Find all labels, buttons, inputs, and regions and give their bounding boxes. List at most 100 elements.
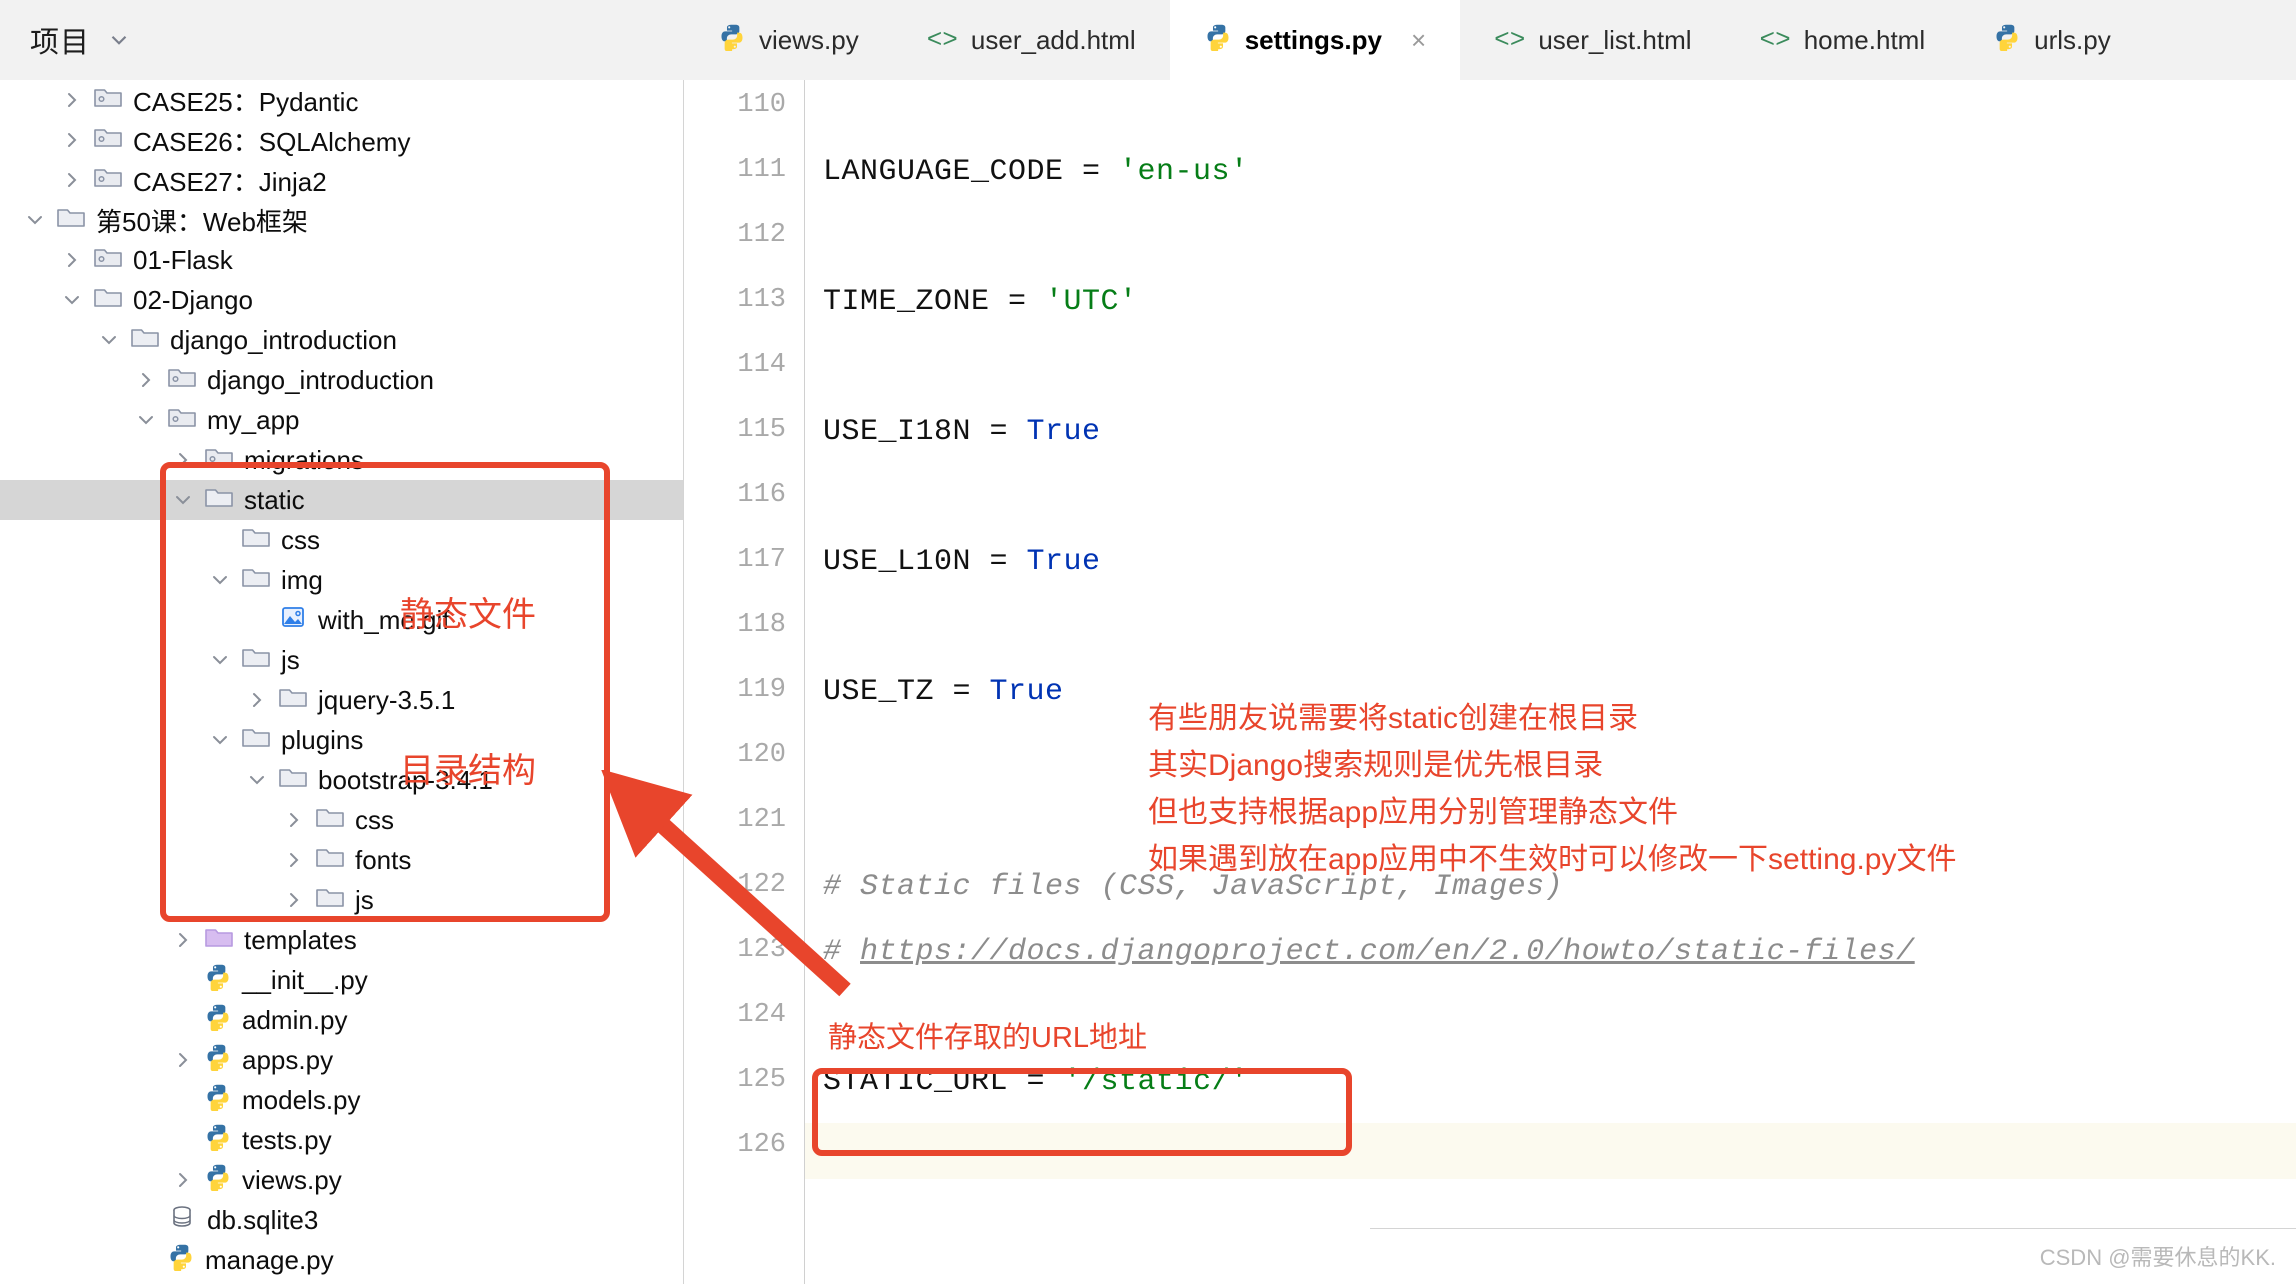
tree-row-label: db.sqlite3 — [207, 1204, 319, 1235]
tree-row[interactable]: django_introduction — [0, 320, 683, 360]
chevron-right-icon[interactable] — [59, 167, 85, 193]
templates-folder-icon — [204, 924, 234, 957]
chevron-right-icon[interactable] — [170, 1167, 196, 1193]
static-url-annotation: 静态文件存取的URL地址 — [828, 1022, 1148, 1054]
tab-views-py[interactable]: views.py — [684, 0, 893, 80]
code-token-keyword: True — [1026, 415, 1101, 449]
code-token-link[interactable]: https://docs.djangoproject.com/en/2.0/ho… — [860, 935, 1915, 969]
python-file-icon — [1204, 23, 1232, 58]
tree-row[interactable]: __init__.py — [0, 960, 683, 1000]
project-title: 项目 — [30, 27, 91, 59]
tree-row[interactable]: models.py — [0, 1080, 683, 1120]
tree-row-label: 02-Django — [133, 284, 253, 315]
tree-row[interactable]: 02-Django — [0, 280, 683, 320]
chevron-right-icon[interactable] — [133, 367, 159, 393]
red-arrow-pointer — [600, 770, 851, 997]
tab-user-add-html[interactable]: <> user_add.html — [893, 0, 1170, 80]
top-bar: 项目 views.py <> user_add.html settings.py × <>… — [0, 0, 2296, 80]
line-number: 114 — [737, 350, 786, 380]
tab-home-html[interactable]: <> home.html — [1726, 0, 1960, 80]
line-number: 113 — [737, 285, 786, 315]
code-line[interactable]: TIME_ZONE = 'UTC' — [823, 285, 1138, 319]
code-token-string: 'en-us' — [1119, 155, 1249, 189]
project-header[interactable]: 项目 — [0, 0, 684, 80]
tree-row-label: views.py — [242, 1164, 342, 1195]
tree-row[interactable]: CASE25：Pydantic — [0, 80, 683, 120]
tree-row[interactable]: CASE27：Jinja2 — [0, 160, 683, 200]
tree-row-label: tests.py — [242, 1124, 332, 1155]
chevron-right-icon[interactable] — [170, 1047, 196, 1073]
chevron-right-icon[interactable] — [170, 927, 196, 953]
tree-row[interactable]: manage.py — [0, 1240, 683, 1280]
code-token-keyword: True — [1026, 545, 1101, 579]
static-explanation-annotation: 有些朋友说需要将static创建在根目录 其实Django搜索规则是优先根目录 … — [1148, 702, 1957, 876]
code-token-string: 'UTC' — [1045, 285, 1138, 319]
tree-row-label: django_introduction — [170, 324, 397, 355]
chevron-down-icon[interactable] — [59, 287, 85, 313]
code-line[interactable]: LANGUAGE_CODE = 'en-us' — [823, 155, 1249, 189]
tree-row-label: CASE27：Jinja2 — [133, 166, 327, 197]
module-folder-icon — [93, 244, 123, 277]
code-token-name: USE_I18N = — [823, 415, 1027, 449]
chevron-down-icon[interactable] — [96, 327, 122, 353]
python-file-icon — [204, 1083, 232, 1118]
module-folder-icon — [93, 124, 123, 157]
tree-row-label: manage.py — [205, 1244, 334, 1275]
tree-row[interactable]: tests.py — [0, 1120, 683, 1160]
tree-row[interactable]: 第50课：Web框架 — [0, 200, 683, 240]
line-number: 119 — [737, 675, 786, 705]
folder-icon — [93, 284, 123, 317]
module-folder-icon — [167, 364, 197, 397]
close-icon[interactable]: × — [1411, 25, 1426, 56]
tree-row[interactable]: CASE26：SQLAlchemy — [0, 120, 683, 160]
line-number: 112 — [737, 220, 786, 250]
chevron-right-icon[interactable] — [59, 247, 85, 273]
tree-row-label: CASE25：Pydantic — [133, 86, 359, 117]
tab-label: urls.py — [2034, 24, 2111, 55]
static-annotation-line1: 静态文件 — [400, 596, 536, 634]
chevron-right-icon[interactable] — [59, 127, 85, 153]
line-number: 117 — [737, 545, 786, 575]
static-directory-annotation: 静态文件 目录结构 — [400, 485, 536, 901]
line-number: 125 — [737, 1065, 786, 1095]
module-folder-icon — [93, 84, 123, 117]
tree-row[interactable]: my_app — [0, 400, 683, 440]
code-line[interactable]: # https://docs.djangoproject.com/en/2.0/… — [823, 935, 1915, 969]
tree-row[interactable]: views.py — [0, 1160, 683, 1200]
code-token-name: LANGUAGE_CODE = — [823, 155, 1120, 189]
tree-row[interactable]: django_introduction — [0, 360, 683, 400]
code-token-name: TIME_ZONE = — [823, 285, 1046, 319]
tree-row[interactable]: apps.py — [0, 1040, 683, 1080]
line-number: 110 — [737, 90, 786, 120]
tab-label: views.py — [759, 24, 859, 55]
python-file-icon — [1993, 23, 2021, 58]
tree-row[interactable]: db.sqlite3 — [0, 1200, 683, 1240]
python-file-icon — [204, 1123, 232, 1158]
folder-icon — [130, 324, 160, 357]
chevron-down-icon[interactable] — [133, 407, 159, 433]
tree-row-label: templates — [244, 924, 357, 955]
python-file-icon — [204, 1163, 232, 1198]
chevron-right-icon[interactable] — [59, 87, 85, 113]
code-line[interactable]: USE_L10N = True — [823, 545, 1101, 579]
tree-row[interactable]: templates — [0, 920, 683, 960]
chevron-down-icon[interactable] — [106, 27, 132, 53]
chevron-down-icon[interactable] — [22, 207, 48, 233]
tree-row[interactable]: 01-Flask — [0, 240, 683, 280]
code-line[interactable]: USE_I18N = True — [823, 415, 1101, 449]
code-line[interactable]: USE_TZ = True — [823, 675, 1064, 709]
tab-label: user_add.html — [970, 24, 1136, 55]
html-file-icon: <> — [1759, 25, 1791, 55]
tab-settings-py[interactable]: settings.py × — [1169, 0, 1461, 80]
tree-row-label: 01-Flask — [133, 244, 233, 275]
code-token-name: USE_L10N = — [823, 545, 1027, 579]
ide-window: 项目 views.py <> user_add.html settings.py × <>… — [0, 0, 2296, 1284]
line-number: 120 — [737, 740, 786, 770]
tree-row[interactable]: admin.py — [0, 1000, 683, 1040]
line-number: 111 — [737, 155, 786, 185]
tree-row-label: __init__.py — [242, 964, 368, 995]
tab-urls-py[interactable]: urls.py — [1959, 0, 2145, 80]
tree-row-label: my_app — [207, 404, 300, 435]
tree-row-label: admin.py — [242, 1004, 348, 1035]
tab-user-list-html[interactable]: <> user_list.html — [1460, 0, 1725, 80]
